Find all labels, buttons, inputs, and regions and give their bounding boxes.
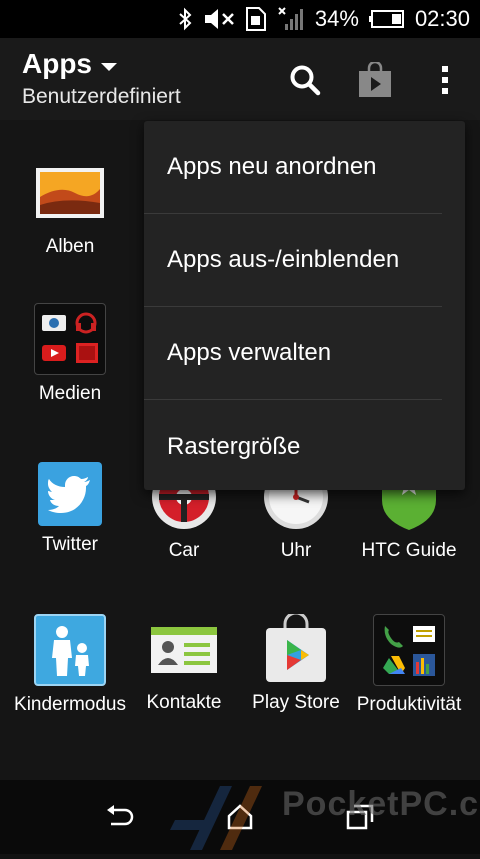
page-subtitle: Benutzerdefiniert — [22, 85, 181, 108]
app-kindermodus[interactable]: Kindermodus — [10, 614, 130, 716]
app-twitter[interactable]: Twitter — [10, 462, 130, 556]
productivity-folder-icon — [373, 614, 445, 686]
play-store-icon — [261, 614, 331, 684]
menu-item-rastergroesse[interactable]: Rastergröße — [144, 400, 442, 493]
page-title: Apps — [22, 48, 92, 79]
app-alben[interactable]: Alben — [10, 158, 130, 258]
overflow-menu-icon[interactable] — [425, 60, 465, 100]
app-label: Produktivität — [356, 694, 462, 715]
menu-item-apps-neu-anordnen[interactable]: Apps neu anordnen — [144, 121, 442, 214]
watermark-text: PocketPC.ch — [282, 785, 480, 823]
app-label: HTC Guide — [361, 540, 457, 561]
app-produktivitaet-folder[interactable]: Produktivität — [349, 614, 469, 716]
no-signal-icon — [277, 7, 305, 31]
dropdown-arrow-icon — [100, 48, 118, 80]
battery-icon — [368, 7, 405, 31]
play-store-bag-icon[interactable] — [355, 60, 395, 100]
search-icon[interactable] — [285, 60, 325, 100]
app-play-store[interactable]: Play Store — [236, 614, 356, 714]
app-bar: Apps Benutzerdefiniert — [0, 38, 480, 120]
sim-icon — [245, 7, 267, 31]
overflow-menu: Apps neu anordnen Apps aus-/einblenden A… — [144, 121, 465, 490]
apps-dropdown[interactable]: Apps — [22, 48, 118, 80]
app-label: Play Store — [252, 692, 340, 713]
mute-icon — [203, 7, 235, 31]
back-icon[interactable] — [100, 800, 140, 834]
status-bar: 34% 02:30 — [0, 0, 480, 38]
app-label: Car — [168, 540, 200, 561]
kids-mode-icon — [34, 614, 106, 686]
app-medien-folder[interactable]: Medien — [10, 303, 130, 405]
media-folder-icon — [34, 303, 106, 375]
menu-item-apps-ausblenden[interactable]: Apps aus-/einblenden — [144, 214, 442, 307]
battery-percent: 34% — [314, 6, 359, 31]
app-label: Alben — [45, 236, 95, 257]
app-label: Twitter — [42, 534, 98, 555]
twitter-icon — [38, 462, 102, 526]
gallery-icon — [35, 158, 105, 228]
contacts-icon — [149, 614, 219, 684]
bluetooth-icon — [177, 7, 193, 31]
app-label: Kindermodus — [14, 694, 126, 715]
app-label: Uhr — [280, 540, 312, 561]
clock: 02:30 — [414, 6, 470, 31]
menu-item-apps-verwalten[interactable]: Apps verwalten — [144, 307, 442, 400]
app-kontakte[interactable]: Kontakte — [124, 614, 244, 714]
app-label: Kontakte — [146, 692, 222, 713]
app-label: Medien — [38, 383, 102, 404]
